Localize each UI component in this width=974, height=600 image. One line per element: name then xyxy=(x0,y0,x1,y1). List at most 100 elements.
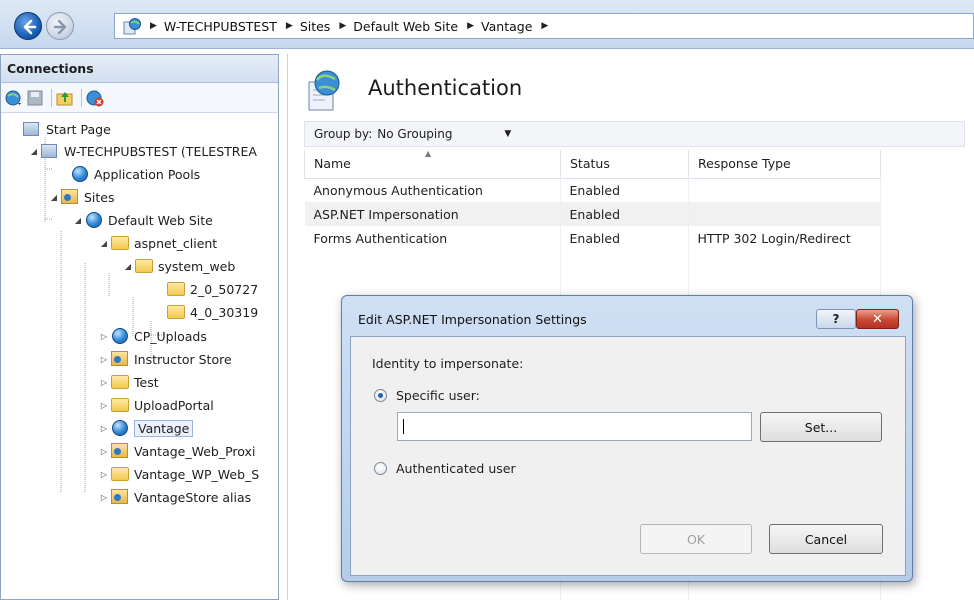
page-title: Authentication xyxy=(368,76,523,100)
identity-label: Identity to impersonate: xyxy=(372,356,524,371)
forward-arrow-icon xyxy=(53,19,67,35)
tree-item-application-pools[interactable]: Application Pools xyxy=(71,163,200,185)
folder-icon xyxy=(167,281,185,297)
forward-button[interactable] xyxy=(46,12,74,40)
tree-item-4-0-30319[interactable]: 4_0_30319 xyxy=(167,301,258,323)
expand-arrow-icon[interactable]: ▷ xyxy=(99,447,109,456)
virtual-directory-icon xyxy=(111,489,129,505)
disconnect-icon[interactable] xyxy=(86,89,104,107)
virtual-directory-icon xyxy=(111,443,129,459)
folder-icon xyxy=(111,397,129,413)
tree-item-system-web[interactable]: ◢ system_web xyxy=(123,255,235,277)
expand-arrow-icon[interactable]: ▷ xyxy=(99,401,109,410)
folder-icon xyxy=(111,374,129,390)
table-row[interactable]: Forms Authentication Enabled HTTP 302 Lo… xyxy=(305,226,881,250)
application-icon xyxy=(111,420,129,436)
features-table: ▲ Name Status Response Type Anonymous Au… xyxy=(304,149,881,250)
tree-item-cp-uploads[interactable]: ▷ CP_Uploads xyxy=(99,325,207,347)
address-field[interactable]: ▶ W-TECHPUBSTEST ▶ Sites ▶ Default Web Sit… xyxy=(114,13,974,39)
help-button[interactable]: ? xyxy=(816,309,856,329)
tree-item-instructor-store[interactable]: ▷ Instructor Store xyxy=(99,348,232,370)
set-button[interactable]: Set... xyxy=(760,412,882,442)
row-name: ASP.NET Impersonation xyxy=(304,202,561,226)
connect-globe-icon[interactable] xyxy=(5,89,23,107)
specific-user-label[interactable]: Specific user: xyxy=(396,388,480,403)
connections-panel: Connections Start Page ◢ W-TECHPUBSTEST … xyxy=(0,54,279,600)
collapse-arrow-icon[interactable]: ◢ xyxy=(29,147,39,156)
connections-tree: Start Page ◢ W-TECHPUBSTEST (TELESTREA A… xyxy=(1,113,278,583)
connections-title: Connections xyxy=(1,55,278,83)
toolbar-divider xyxy=(81,88,82,107)
dialog-body: Identity to impersonate: Specific user: … xyxy=(350,336,906,576)
tree-item-start-page[interactable]: Start Page xyxy=(23,118,111,140)
group-by-label: Group by: xyxy=(314,127,373,141)
start-page-icon xyxy=(23,121,41,137)
iis-site-icon xyxy=(123,18,141,35)
tree-item-2-0-50727[interactable]: 2_0_50727 xyxy=(167,278,258,300)
virtual-directory-icon xyxy=(111,351,129,367)
server-icon xyxy=(41,143,59,159)
authenticated-user-label[interactable]: Authenticated user xyxy=(396,461,516,476)
column-header-status[interactable]: Status xyxy=(560,150,689,179)
tree-item-vantagestore-alias[interactable]: ▷ VantageStore alias xyxy=(99,486,251,508)
close-icon: ✕ xyxy=(872,311,883,327)
expand-arrow-icon[interactable]: ▷ xyxy=(99,355,109,364)
table-row[interactable]: Anonymous Authentication Enabled xyxy=(305,178,881,202)
authenticated-user-radio[interactable] xyxy=(374,462,387,475)
row-status: Enabled xyxy=(569,182,621,198)
back-button[interactable] xyxy=(14,12,42,40)
expand-arrow-icon[interactable]: ▷ xyxy=(99,424,109,433)
tree-item-sites[interactable]: ◢ Sites xyxy=(49,186,115,208)
column-header-response-type[interactable]: Response Type xyxy=(688,150,881,179)
collapse-arrow-icon[interactable]: ◢ xyxy=(73,216,83,225)
ok-button[interactable]: OK xyxy=(640,524,752,554)
chevron-down-icon: ▼ xyxy=(504,129,512,139)
row-status: Enabled xyxy=(569,230,621,246)
group-by-dropdown[interactable]: No Grouping ▼ xyxy=(377,127,511,141)
tree-item-vantage-web-proxi[interactable]: ▷ Vantage_Web_Proxi xyxy=(99,440,255,462)
specific-user-input[interactable] xyxy=(397,412,752,441)
row-name: Anonymous Authentication xyxy=(313,182,483,198)
breadcrumb-sites[interactable]: Sites ▶ xyxy=(300,19,353,34)
expand-arrow-icon[interactable]: ▷ xyxy=(99,378,109,387)
address-bar: ▶ W-TECHPUBSTEST ▶ Sites ▶ Default Web Sit… xyxy=(0,0,974,49)
save-icon[interactable] xyxy=(26,89,44,107)
help-icon: ? xyxy=(832,312,840,326)
up-folder-icon[interactable] xyxy=(56,89,74,107)
breadcrumb-vantage[interactable]: Vantage ▶ xyxy=(481,19,555,34)
tree-item-default-web-site[interactable]: ◢ Default Web Site xyxy=(73,209,213,231)
tree-item-vantage[interactable]: ▷ Vantage xyxy=(99,417,194,439)
expand-arrow-icon[interactable]: ▷ xyxy=(99,493,109,502)
application-icon xyxy=(111,328,129,344)
close-button[interactable]: ✕ xyxy=(856,309,899,329)
specific-user-radio[interactable] xyxy=(374,389,387,402)
tree-item-server[interactable]: ◢ W-TECHPUBSTEST (TELESTREA xyxy=(29,140,257,162)
tree-item-uploadportal[interactable]: ▷ UploadPortal xyxy=(99,394,214,416)
row-status: Enabled xyxy=(560,202,689,226)
row-response-type: HTTP 302 Login/Redirect xyxy=(697,230,851,246)
row-name: Forms Authentication xyxy=(313,230,448,246)
collapse-arrow-icon[interactable]: ◢ xyxy=(123,262,133,271)
collapse-arrow-icon[interactable]: ◢ xyxy=(49,193,59,202)
cancel-button[interactable]: Cancel xyxy=(769,524,883,554)
breadcrumb-server[interactable]: W-TECHPUBSTEST ▶ xyxy=(164,19,300,34)
sort-ascending-icon: ▲ xyxy=(425,149,432,158)
tree-item-vantage-wp-web-s[interactable]: ▷ Vantage_WP_Web_S xyxy=(99,463,259,485)
sites-folder-icon xyxy=(61,189,79,205)
application-pools-icon xyxy=(71,166,89,182)
folder-icon xyxy=(111,235,129,251)
tree-item-aspnet-client[interactable]: ◢ aspnet_client xyxy=(99,232,217,254)
row-response-type xyxy=(689,178,881,202)
folder-icon xyxy=(167,304,185,320)
breadcrumb-default-web-site[interactable]: Default Web Site ▶ xyxy=(353,19,481,34)
tree-item-test[interactable]: ▷ Test xyxy=(99,371,159,393)
breadcrumb-separator[interactable]: ▶ xyxy=(141,21,164,31)
column-header-name[interactable]: ▲ Name xyxy=(304,149,561,179)
folder-icon xyxy=(135,258,153,274)
collapse-arrow-icon[interactable]: ◢ xyxy=(99,239,109,248)
toolbar-divider xyxy=(51,88,52,107)
expand-arrow-icon[interactable]: ▷ xyxy=(99,470,109,479)
table-row[interactable]: ASP.NET Impersonation Enabled xyxy=(304,202,881,226)
expand-arrow-icon[interactable]: ▷ xyxy=(99,332,109,341)
row-response-type xyxy=(688,202,881,226)
